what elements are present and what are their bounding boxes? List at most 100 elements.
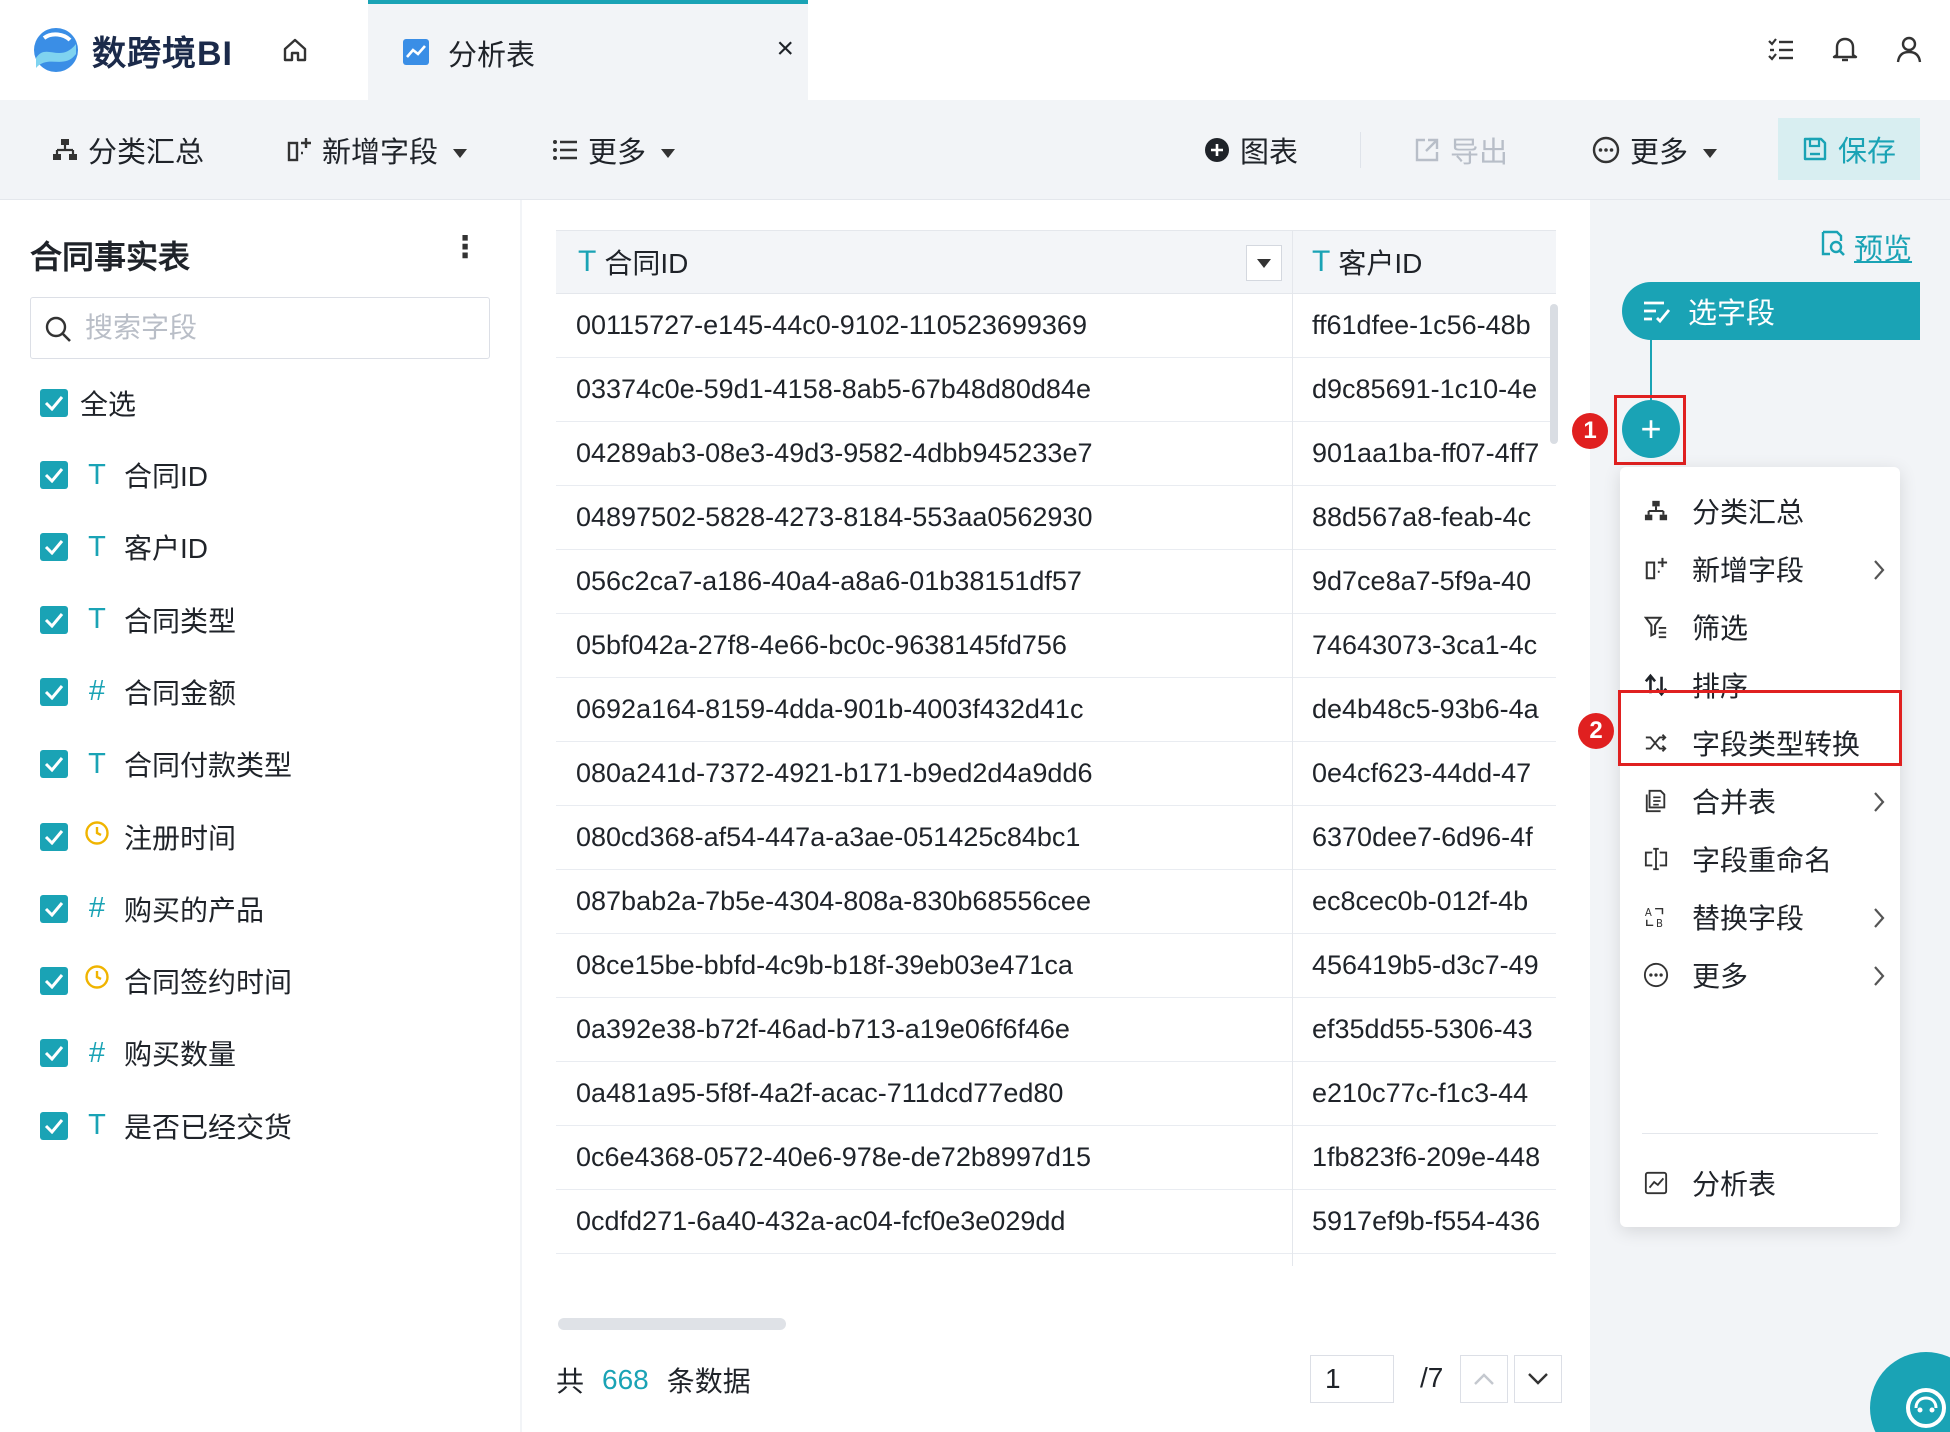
- menu-item-group-summary[interactable]: 分类汇总: [1620, 481, 1900, 541]
- preview-link[interactable]: 预览: [1818, 226, 1912, 268]
- field-item-contract-type[interactable]: T 合同类型: [40, 600, 236, 640]
- step-badge-2: 2: [1578, 713, 1614, 749]
- cell-customer-id: ef35dd55-5306-43: [1312, 1014, 1533, 1044]
- menu-divider: [1642, 1133, 1878, 1134]
- cell-customer-id: 9d7ce8a7-5f9a-40: [1312, 566, 1532, 596]
- field-item-quantity[interactable]: # 购买数量: [40, 1033, 236, 1073]
- cell-customer-id: 5917ef9b-f554-436: [1312, 1206, 1541, 1236]
- table-header: T 合同ID T 客户ID: [556, 230, 1556, 294]
- field-checkbox[interactable]: [40, 822, 68, 851]
- export-button[interactable]: 导出: [1414, 130, 1508, 170]
- user-button[interactable]: [1888, 28, 1930, 70]
- chat-support-button[interactable]: [1870, 1352, 1950, 1432]
- column-header-customer-id[interactable]: T 客户ID: [1312, 231, 1422, 293]
- table-row: 0692a164-8159-4dda-901b-4003f432d41c de4b…: [556, 678, 1556, 742]
- date-type-icon: [82, 964, 112, 998]
- group-summary-button[interactable]: 分类汇总: [52, 130, 204, 170]
- field-checkbox[interactable]: [40, 894, 68, 923]
- select-field-step[interactable]: 选字段: [1622, 282, 1920, 340]
- page-number-input[interactable]: [1310, 1355, 1394, 1403]
- text-type-icon: T: [88, 1109, 106, 1142]
- field-checkbox[interactable]: [40, 461, 68, 489]
- menu-item-label: 字段重命名: [1692, 845, 1833, 876]
- export-icon: [1414, 137, 1440, 163]
- field-item-customer-id[interactable]: T 客户ID: [40, 527, 208, 567]
- cell-contract-id: 087bab2a-7b5e-4304-808a-830b68556cee: [576, 886, 1091, 916]
- more-left-label: 更多: [588, 137, 647, 169]
- cell-contract-id: 03374c0e-59d1-4158-8ab5-67b48d80d84e: [576, 374, 1091, 404]
- home-button[interactable]: [275, 30, 315, 70]
- count-number: 668: [602, 1364, 649, 1395]
- field-checkbox[interactable]: [40, 1111, 68, 1140]
- more-right-button[interactable]: 更多: [1592, 130, 1718, 170]
- group-icon: [52, 137, 78, 163]
- column-header-contract-id[interactable]: T 合同ID: [578, 231, 688, 293]
- cell-customer-id: de4b48c5-93b6-4a: [1312, 694, 1539, 724]
- notifications-button[interactable]: [1824, 28, 1866, 70]
- page-next-button[interactable]: [1514, 1355, 1562, 1403]
- field-checkbox[interactable]: [40, 605, 68, 634]
- caret-down-icon: [452, 134, 468, 167]
- field-item-product[interactable]: # 购买的产品: [40, 889, 264, 929]
- task-list-button[interactable]: [1760, 28, 1802, 70]
- menu-item-more[interactable]: 更多: [1620, 945, 1900, 1005]
- count-prefix: 共: [556, 1366, 585, 1397]
- chevron-down-icon: [1528, 1373, 1548, 1385]
- field-item-sign-time[interactable]: 合同签约时间: [40, 961, 292, 1001]
- table-row: 087bab2a-7b5e-4304-808a-830b68556cee ec8c…: [556, 870, 1556, 934]
- field-item-payment-type[interactable]: T 合同付款类型: [40, 744, 292, 784]
- field-search-input[interactable]: [85, 308, 475, 348]
- field-checkbox[interactable]: [40, 967, 68, 996]
- chevron-up-icon: [1474, 1373, 1494, 1385]
- field-item-delivered[interactable]: T 是否已经交货: [40, 1106, 292, 1146]
- save-button[interactable]: 保存: [1778, 118, 1920, 180]
- column-dropdown-button[interactable]: [1246, 245, 1282, 281]
- field-name: 注册时间: [124, 822, 237, 854]
- menu-item-field-rename[interactable]: 字段重命名: [1620, 829, 1900, 889]
- chart-button[interactable]: 图表: [1204, 130, 1298, 170]
- svg-text:A: A: [1645, 908, 1652, 919]
- svg-text:B: B: [1656, 919, 1663, 929]
- add-field-button[interactable]: 新增字段: [286, 130, 468, 170]
- horizontal-scrollbar[interactable]: [558, 1318, 786, 1330]
- table-row: 04897502-5828-4273-8184-553aa0562930 88d5…: [556, 486, 1556, 550]
- menu-item-filter[interactable]: 筛选: [1620, 597, 1900, 657]
- text-type-icon: T: [88, 603, 106, 636]
- select-all-checkbox[interactable]: [40, 389, 68, 417]
- panel-menu-icon[interactable]: ⋮: [450, 230, 480, 265]
- field-item-register-time[interactable]: 注册时间: [40, 817, 236, 857]
- field-checkbox[interactable]: [40, 1039, 68, 1068]
- menu-item-analysis-table[interactable]: 分析表: [1620, 1153, 1900, 1213]
- more-left-button[interactable]: 更多: [552, 130, 676, 170]
- data-preview-area: T 合同ID T 客户ID 00115727-e145-44c0-9102-11…: [522, 200, 1590, 1432]
- tab-analysis-table[interactable]: 分析表 ×: [368, 0, 808, 100]
- cell-contract-id: 056c2ca7-a186-40a4-a8a6-01b38151df57: [576, 566, 1082, 596]
- check-icon: [44, 612, 64, 628]
- field-name: 购买数量: [124, 1039, 237, 1071]
- text-type-icon: T: [88, 747, 106, 780]
- menu-item-replace-field[interactable]: A B 替换字段: [1620, 887, 1900, 947]
- menu-item-add-field[interactable]: 新增字段: [1620, 539, 1900, 599]
- field-checkbox[interactable]: [40, 677, 68, 706]
- add-step-menu: 分类汇总 新增字段 筛选 排序 字段类型转换 合并表 字段重命名 A B 替换字段 更多 分析表: [1620, 467, 1900, 1227]
- table-row: 080a241d-7372-4921-b171-b9ed2d4a9dd6 0e4c…: [556, 742, 1556, 806]
- app-logo[interactable]: 数跨境BI: [30, 22, 233, 78]
- menu-item-merge-table[interactable]: 合并表: [1620, 771, 1900, 831]
- step-badge-1: 1: [1572, 413, 1608, 449]
- field-checkbox[interactable]: [40, 750, 68, 779]
- number-type-icon: #: [88, 1036, 106, 1069]
- cell-contract-id: 0cdfd271-6a40-432a-ac04-fcf0e3e029dd: [576, 1206, 1066, 1236]
- select-all-row[interactable]: 全选: [40, 383, 136, 423]
- field-checkbox[interactable]: [40, 533, 68, 562]
- add-step-button[interactable]: +: [1622, 400, 1680, 458]
- number-type-icon: #: [88, 675, 106, 708]
- field-item-contract-amount[interactable]: # 合同金额: [40, 672, 236, 712]
- record-count: 共 668 条数据: [556, 1360, 751, 1400]
- tab-close-icon[interactable]: ×: [776, 32, 794, 66]
- table-row: 05bf042a-27f8-4e66-bc0c-9638145fd756 7464…: [556, 614, 1556, 678]
- page-prev-button[interactable]: [1460, 1355, 1508, 1403]
- text-type-icon: T: [88, 530, 106, 563]
- vertical-scrollbar[interactable]: [1550, 304, 1558, 444]
- field-item-contract-id[interactable]: T 合同ID: [40, 455, 208, 495]
- menu-item-label: 替换字段: [1692, 903, 1805, 934]
